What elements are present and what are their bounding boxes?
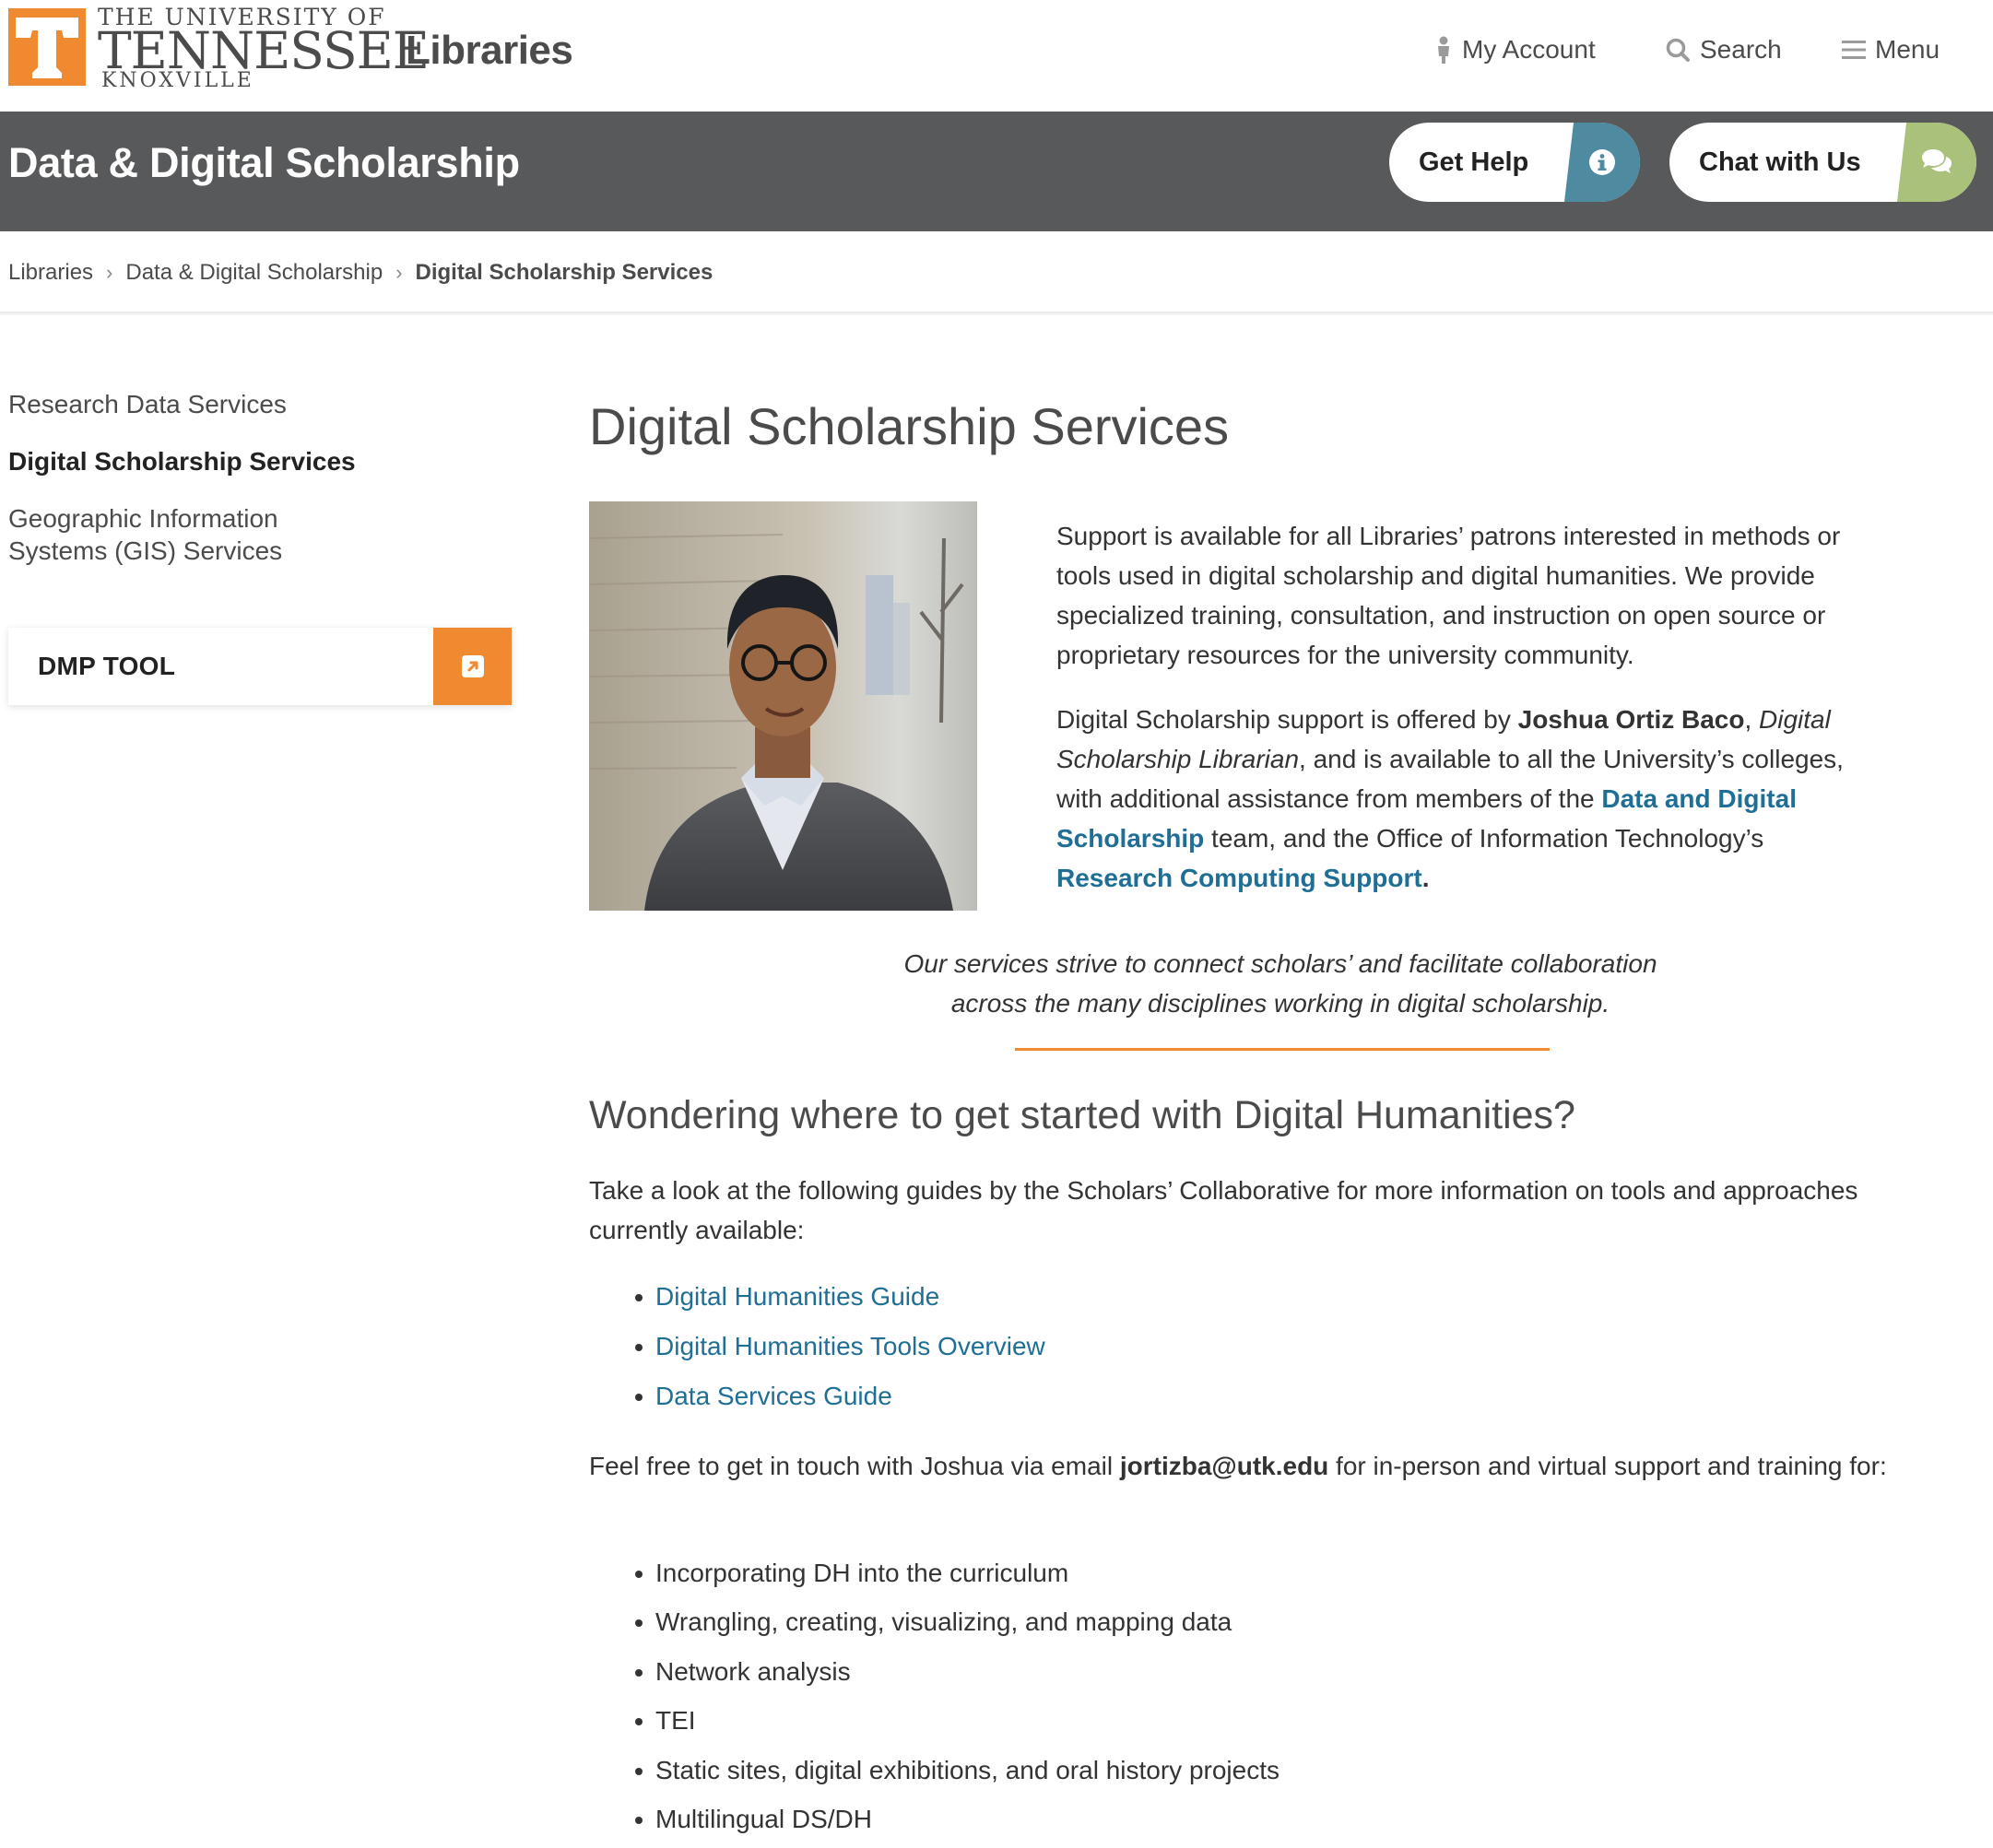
search-label: Search bbox=[1700, 35, 1782, 64]
data-services-guide-link[interactable]: Data Services Guide bbox=[655, 1382, 892, 1410]
menu-label: Menu bbox=[1875, 35, 1940, 64]
mission-quote: Our services strive to connect scholars’… bbox=[755, 944, 1806, 1023]
dmp-tool-label: DMP TOOL bbox=[38, 652, 176, 680]
list-item: Digital Humanities Tools Overview bbox=[635, 1326, 1045, 1376]
my-account-label: My Account bbox=[1462, 35, 1596, 64]
breadcrumb-data-digital-scholarship[interactable]: Data & Digital Scholarship bbox=[125, 260, 383, 286]
list-item: Data Services Guide bbox=[635, 1376, 1045, 1426]
list-item: TEI bbox=[635, 1701, 1280, 1749]
sidebar-item-digital-scholarship-services[interactable]: Digital Scholarship Services bbox=[8, 445, 377, 477]
person-icon bbox=[1434, 36, 1453, 64]
ut-power-t-logo[interactable] bbox=[8, 8, 86, 86]
dh-tools-overview-link[interactable]: Digital Humanities Tools Overview bbox=[655, 1332, 1045, 1360]
librarian-name: Joshua Ortiz Baco bbox=[1517, 705, 1745, 734]
wordmark-line3: KNOXVILLE bbox=[101, 69, 254, 92]
quote-line-2: across the many disciplines working in d… bbox=[950, 989, 1610, 1018]
get-help-button[interactable]: Get Help bbox=[1389, 123, 1640, 202]
sidebar-item-gis-services[interactable]: Geographic Information Systems (GIS) Ser… bbox=[8, 502, 322, 567]
intro-paragraph-1: Support is available for all Libraries’ … bbox=[1056, 522, 1841, 669]
menu-button[interactable]: Menu bbox=[1842, 35, 1940, 65]
site-name[interactable]: Libraries bbox=[406, 28, 573, 74]
section-banner: Data & Digital Scholarship Get Help Chat… bbox=[0, 112, 1993, 231]
quote-line-1: Our services strive to connect scholars’… bbox=[903, 949, 1657, 978]
intro-text: Support is available for all Libraries’ … bbox=[1056, 516, 1886, 923]
list-item: Multilingual DS/DH bbox=[635, 1799, 1280, 1848]
breadcrumb-libraries[interactable]: Libraries bbox=[8, 260, 93, 286]
contact-paragraph: Feel free to get in touch with Joshua vi… bbox=[589, 1452, 1887, 1480]
sidebar-item-research-data-services[interactable]: Research Data Services bbox=[8, 388, 377, 420]
guides-intro-paragraph: Take a look at the following guides by t… bbox=[589, 1176, 1858, 1244]
page-title: Digital Scholarship Services bbox=[589, 397, 1230, 455]
search-icon bbox=[1665, 37, 1691, 63]
chat-with-us-button[interactable]: Chat with Us bbox=[1669, 123, 1976, 202]
support-topics-list: Incorporating DH into the curriculum Wra… bbox=[635, 1553, 1280, 1848]
info-icon bbox=[1564, 123, 1640, 202]
dmp-tool-card[interactable]: DMP TOOL bbox=[8, 628, 512, 705]
section-heading: Wondering where to get started with Digi… bbox=[589, 1093, 1575, 1137]
section-title: Data & Digital Scholarship bbox=[8, 139, 520, 186]
contact-email[interactable]: jortizba@utk.edu bbox=[1120, 1452, 1328, 1480]
list-item: Network analysis bbox=[635, 1652, 1280, 1701]
list-item: Incorporating DH into the curriculum bbox=[635, 1553, 1280, 1602]
guides-list: Digital Humanities Guide Digital Humanit… bbox=[635, 1277, 1045, 1426]
external-link-icon bbox=[433, 628, 512, 705]
quote-divider bbox=[1015, 1048, 1550, 1051]
search-link[interactable]: Search bbox=[1665, 35, 1782, 65]
list-item: Digital Humanities Guide bbox=[635, 1277, 1045, 1326]
intro-paragraph-2: Digital Scholarship support is offered b… bbox=[1056, 705, 1844, 892]
list-item: Static sites, digital exhibitions, and o… bbox=[635, 1750, 1280, 1799]
chevron-right-icon: › bbox=[106, 261, 113, 284]
list-item: Wrangling, creating, visualizing, and ma… bbox=[635, 1602, 1280, 1651]
breadcrumb: Libraries › Data & Digital Scholarship ›… bbox=[8, 260, 713, 286]
my-account-link[interactable]: My Account bbox=[1434, 35, 1596, 65]
get-help-label: Get Help bbox=[1419, 147, 1529, 177]
chevron-right-icon: › bbox=[395, 261, 403, 284]
chat-with-us-label: Chat with Us bbox=[1699, 147, 1861, 177]
sidebar-nav: Research Data Services Digital Scholarsh… bbox=[8, 388, 377, 592]
breadcrumb-divider bbox=[0, 312, 1993, 315]
breadcrumb-current: Digital Scholarship Services bbox=[415, 260, 713, 285]
chat-bubbles-icon bbox=[1897, 123, 1976, 202]
site-header: THE UNIVERSITY OF TENNESSEE KNOXVILLE Li… bbox=[0, 0, 1993, 112]
hamburger-icon bbox=[1842, 40, 1866, 60]
research-computing-support-link[interactable]: Research Computing Support bbox=[1056, 864, 1422, 892]
librarian-portrait-photo bbox=[589, 501, 977, 911]
digital-humanities-guide-link[interactable]: Digital Humanities Guide bbox=[655, 1282, 939, 1311]
